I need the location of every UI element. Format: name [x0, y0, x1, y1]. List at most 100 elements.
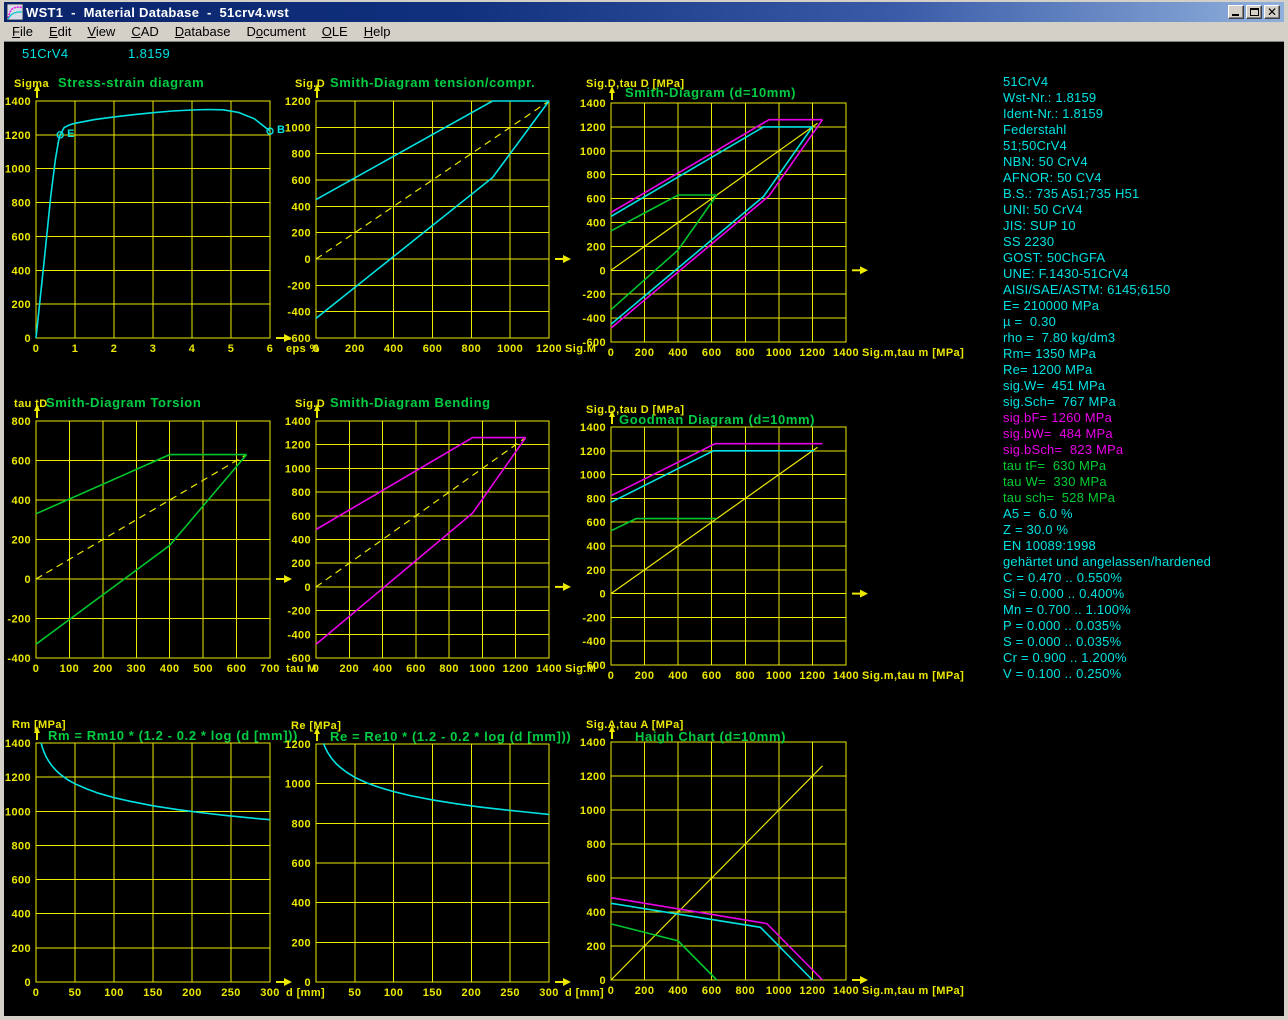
menu-view[interactable]: View — [79, 23, 123, 40]
info-line: UNE: F.1430-51CrV4 — [1003, 266, 1211, 282]
svg-text:1200: 1200 — [285, 440, 311, 452]
menu-document[interactable]: Document — [238, 23, 313, 40]
svg-text:-600: -600 — [582, 660, 606, 672]
menu-help[interactable]: Help — [356, 23, 399, 40]
svg-text:200: 200 — [635, 670, 655, 682]
svg-text:-200: -200 — [582, 612, 606, 624]
charts-canvas: 01234560200400600800100012001400eps %Sig… — [0, 0, 1288, 1020]
menu-bar: FileEditViewCADDatabaseDocumentOLEHelp — [4, 22, 1284, 42]
series-mean-stress-line — [611, 123, 818, 270]
menu-cad[interactable]: CAD — [123, 23, 166, 40]
svg-text:50: 50 — [68, 987, 81, 999]
svg-text:-400: -400 — [7, 653, 31, 665]
info-line: tau W= 330 MPa — [1003, 474, 1211, 490]
svg-text:200: 200 — [462, 987, 482, 999]
svg-text:800: 800 — [586, 839, 606, 851]
info-line: AISI/SAE/ASTM: 6145;6150 — [1003, 282, 1211, 298]
info-line: tau sch= 528 MPa — [1003, 490, 1211, 506]
svg-text:800: 800 — [462, 343, 482, 355]
info-line: C = 0.470 .. 0.550% — [1003, 570, 1211, 586]
info-line: µ = 0.30 — [1003, 314, 1211, 330]
marker-B: B — [267, 124, 285, 136]
grid — [316, 101, 549, 338]
info-line: S = 0.000 .. 0.035% — [1003, 634, 1211, 650]
y-axis-label: Sig.D — [295, 78, 325, 90]
axis-arrows — [609, 86, 868, 274]
svg-text:400: 400 — [373, 663, 393, 675]
chart-haigh: 0200400600800100012001400020040060080010… — [580, 719, 964, 997]
svg-text:300: 300 — [539, 987, 559, 999]
close-button[interactable]: ✕ — [1264, 5, 1280, 19]
svg-text:1200: 1200 — [285, 96, 311, 108]
info-line: sig.bW= 484 MPa — [1003, 426, 1211, 442]
menu-database[interactable]: Database — [167, 23, 239, 40]
svg-text:600: 600 — [586, 194, 606, 206]
svg-text:200: 200 — [291, 228, 311, 240]
axis-arrows — [314, 404, 571, 591]
svg-text:1: 1 — [72, 343, 79, 355]
svg-text:1000: 1000 — [285, 122, 311, 134]
svg-text:0: 0 — [33, 343, 40, 355]
info-line: tau tF= 630 MPa — [1003, 458, 1211, 474]
svg-text:800: 800 — [291, 487, 311, 499]
svg-text:200: 200 — [182, 987, 202, 999]
svg-text:1000: 1000 — [580, 470, 606, 482]
marker-E: E — [57, 128, 74, 140]
grid — [611, 742, 846, 980]
svg-text:-400: -400 — [582, 636, 606, 648]
chart-title: Smith-Diagram Torsion — [46, 395, 201, 410]
svg-text:-600: -600 — [582, 337, 606, 349]
svg-text:0: 0 — [599, 265, 606, 277]
series-mean-stress-line — [611, 766, 823, 980]
svg-text:B: B — [277, 124, 285, 136]
tick-labels: 0200400600800100012001400020040060080010… — [580, 737, 859, 997]
info-line: Ident-Nr.: 1.8159 — [1003, 106, 1211, 122]
grid — [36, 101, 270, 338]
svg-text:0: 0 — [608, 670, 615, 682]
svg-text:400: 400 — [291, 201, 311, 213]
minimize-button[interactable] — [1228, 5, 1244, 19]
svg-text:300: 300 — [127, 663, 147, 675]
chart-re-size: 50100150200250300020040060080010001200d … — [285, 720, 604, 999]
axis-arrows — [609, 410, 868, 598]
svg-text:600: 600 — [291, 858, 311, 870]
x-axis-label: Sig.m,tau m [MPa] — [862, 985, 964, 997]
y-axis-label: Sig.D,tau D [MPa] — [586, 78, 684, 90]
x-axis-label: Sig.m,tau m [MPa] — [862, 670, 964, 682]
svg-text:1400: 1400 — [5, 96, 31, 108]
y-axis-label: tau tD — [14, 398, 48, 410]
svg-text:400: 400 — [586, 541, 606, 553]
maximize-button[interactable] — [1246, 5, 1262, 19]
info-line: Z = 30.0 % — [1003, 522, 1211, 538]
svg-text:600: 600 — [406, 663, 426, 675]
info-line: sig.W= 451 MPa — [1003, 378, 1211, 394]
svg-text:600: 600 — [702, 670, 722, 682]
info-line: Re= 1200 MPa — [1003, 362, 1211, 378]
grid — [36, 421, 270, 658]
svg-text:1400: 1400 — [536, 663, 562, 675]
menu-ole[interactable]: OLE — [314, 23, 356, 40]
x-axis-label: Sig.m,tau m [MPa] — [862, 347, 964, 359]
svg-text:50: 50 — [348, 987, 361, 999]
menu-edit[interactable]: Edit — [41, 23, 79, 40]
svg-text:800: 800 — [11, 416, 31, 428]
info-line: GOST: 50ChGFA — [1003, 250, 1211, 266]
info-line: Mn = 0.700 .. 1.100% — [1003, 602, 1211, 618]
grid — [36, 743, 270, 982]
svg-text:400: 400 — [291, 898, 311, 910]
series-tension-upper — [611, 127, 812, 216]
chart-title: Smith-Diagram Bending — [330, 395, 491, 410]
svg-text:800: 800 — [439, 663, 459, 675]
svg-text:0: 0 — [304, 977, 311, 989]
svg-text:0: 0 — [33, 663, 40, 675]
menu-file[interactable]: File — [4, 23, 41, 40]
svg-text:800: 800 — [11, 198, 31, 210]
tick-labels: 0200400600800100012001400-600-400-200020… — [580, 422, 859, 682]
svg-text:1000: 1000 — [285, 779, 311, 791]
svg-text:0: 0 — [599, 589, 606, 601]
x-axis-label: Sig.M — [565, 663, 596, 675]
svg-text:600: 600 — [11, 231, 31, 243]
chart-title: Re = Re10 * (1.2 - 0.2 * log (d [mm])) — [330, 729, 571, 744]
svg-text:-600: -600 — [287, 653, 311, 665]
svg-text:400: 400 — [11, 265, 31, 277]
